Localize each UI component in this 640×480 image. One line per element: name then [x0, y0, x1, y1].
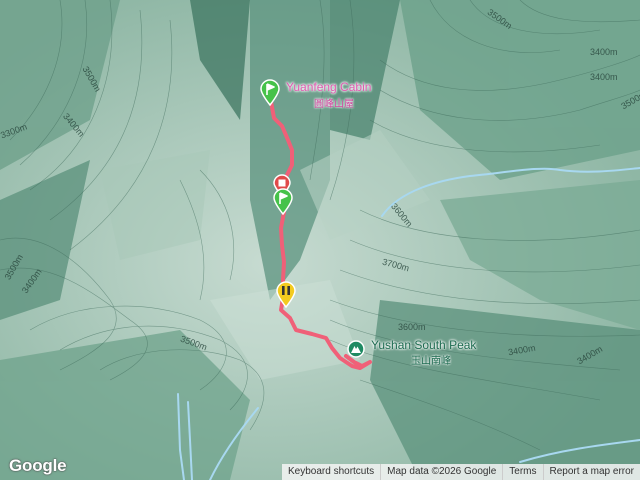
- pause-marker-icon[interactable]: [275, 280, 297, 308]
- start-flag-icon[interactable]: [259, 78, 281, 106]
- report-map-error-link[interactable]: Report a map error: [542, 464, 640, 480]
- cabin-name-zh-label: 圓峰山屋: [314, 99, 354, 110]
- contour-label: 3600m: [398, 322, 426, 332]
- map-data-attribution: Map data ©2026 Google: [380, 464, 502, 480]
- peak-mountain-icon[interactable]: [347, 340, 365, 358]
- cabin-name-label[interactable]: Yuanfeng Cabin: [286, 80, 371, 94]
- map-footer: Keyboard shortcuts Map data ©2026 Google…: [281, 464, 640, 480]
- google-logo[interactable]: Google: [9, 456, 67, 476]
- keyboard-shortcuts-link[interactable]: Keyboard shortcuts: [282, 464, 380, 480]
- contour-label: 3400m: [590, 72, 618, 82]
- peak-name-label[interactable]: Yushan South Peak: [371, 338, 476, 352]
- contour-label: 3400m: [590, 47, 618, 57]
- start-flag-icon[interactable]: [272, 187, 294, 215]
- peak-name-zh-label: 玉山南峰: [411, 356, 451, 367]
- terrain-map[interactable]: [0, 0, 640, 480]
- terms-link[interactable]: Terms: [502, 464, 542, 480]
